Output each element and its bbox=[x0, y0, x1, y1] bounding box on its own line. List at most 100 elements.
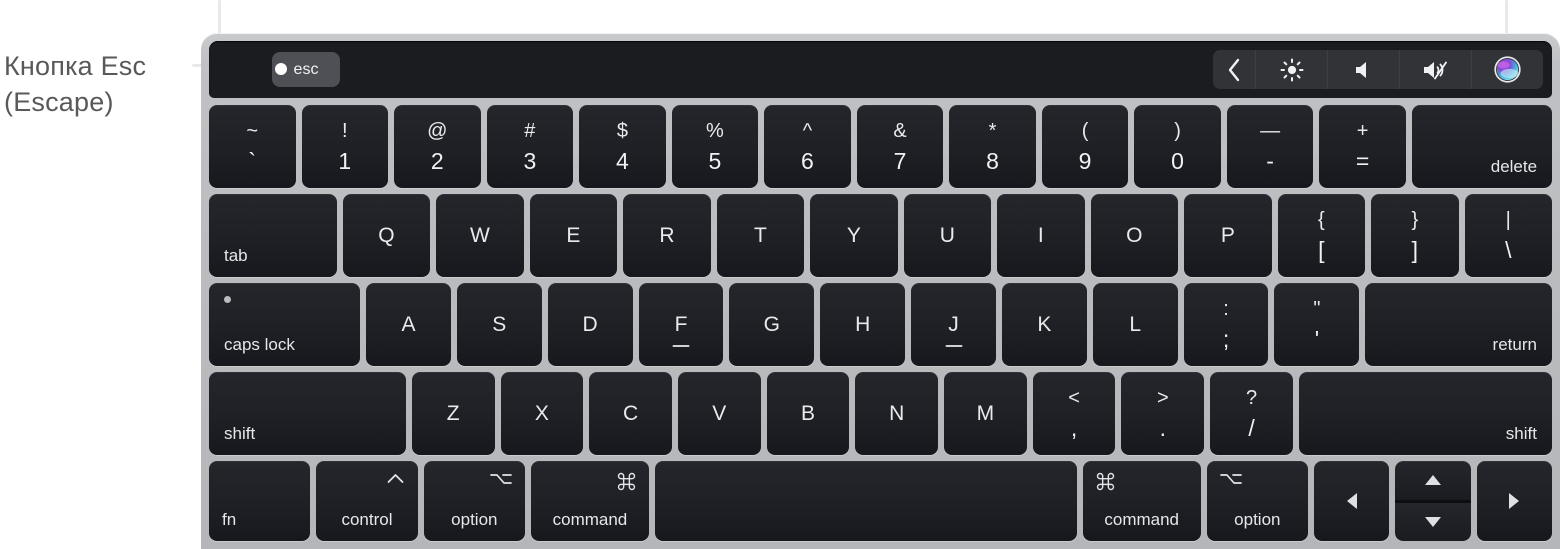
key-caps-lock[interactable]: caps lock bbox=[209, 283, 361, 366]
key-l[interactable]: L bbox=[1092, 283, 1178, 366]
key-backslash[interactable]: | \ bbox=[1464, 194, 1553, 277]
key-comma[interactable]: <, bbox=[1032, 372, 1116, 455]
key-arrow-up[interactable] bbox=[1395, 461, 1471, 500]
key-option-right[interactable]: option bbox=[1206, 461, 1308, 541]
key-w[interactable]: W bbox=[436, 194, 524, 277]
key-base-glyph: 1 bbox=[338, 147, 352, 174]
key-arrow-updown[interactable] bbox=[1395, 461, 1471, 541]
key-backtick[interactable]: ~ ` bbox=[209, 105, 296, 188]
key-2[interactable]: @2 bbox=[394, 105, 481, 188]
key-bracket-right[interactable]: }] bbox=[1371, 194, 1459, 277]
key-quote[interactable]: " ' bbox=[1274, 283, 1360, 366]
key-i[interactable]: I bbox=[997, 194, 1085, 277]
key-minus[interactable]: — - bbox=[1226, 105, 1314, 188]
key-label: control bbox=[341, 510, 393, 529]
key-6[interactable]: ^ 6 bbox=[764, 105, 851, 188]
key-shift-glyph: < bbox=[1068, 386, 1080, 409]
siri-icon[interactable] bbox=[1472, 50, 1543, 89]
key-h[interactable]: H bbox=[820, 283, 906, 366]
key-4[interactable]: $4 bbox=[579, 105, 666, 188]
key-delete[interactable]: delete bbox=[1411, 105, 1553, 188]
macbook-keyboard: esc ~ ` ! 1 @ 2 # 3 $ 4 % 5 ^ 6 & 7 * 8 … bbox=[201, 33, 1560, 549]
key-fn[interactable]: fn bbox=[209, 461, 311, 541]
key-m[interactable]: M bbox=[944, 372, 1027, 455]
key-q[interactable]: Q bbox=[342, 194, 431, 277]
key-shift-left[interactable]: shift bbox=[209, 372, 406, 455]
brightness-icon[interactable] bbox=[1256, 50, 1328, 89]
key-o[interactable]: O bbox=[1090, 194, 1179, 277]
key-command-left[interactable]: command bbox=[530, 461, 649, 541]
key-t[interactable]: T bbox=[716, 194, 805, 277]
key-arrow-right[interactable] bbox=[1476, 461, 1552, 541]
key-shift-glyph: ( bbox=[1081, 119, 1089, 142]
key-slash[interactable]: ? / bbox=[1210, 372, 1293, 455]
key-b[interactable]: B bbox=[766, 372, 850, 455]
key-command-right[interactable]: command bbox=[1082, 461, 1201, 541]
key-e[interactable]: E bbox=[529, 194, 618, 277]
key-s[interactable]: S bbox=[456, 283, 542, 366]
keyboard-row-modifiers: fn control option command command option bbox=[209, 461, 1552, 541]
key-u[interactable]: U bbox=[903, 194, 992, 277]
key-period[interactable]: >. bbox=[1121, 372, 1205, 455]
key-base-glyph: / bbox=[1248, 414, 1255, 441]
key-bracket-left[interactable]: {[ bbox=[1277, 194, 1366, 277]
key-label: caps lock bbox=[224, 335, 295, 354]
key-7[interactable]: & 7 bbox=[856, 105, 944, 188]
key-shift-glyph: ~ bbox=[246, 119, 259, 142]
key-v[interactable]: V bbox=[677, 372, 761, 455]
key-x[interactable]: X bbox=[500, 372, 584, 455]
key-y[interactable]: Y bbox=[810, 194, 898, 277]
key-f[interactable]: F bbox=[638, 283, 724, 366]
key-label: command bbox=[552, 510, 628, 529]
key-j[interactable]: J bbox=[911, 283, 996, 366]
key-z[interactable]: Z bbox=[411, 372, 495, 455]
key-label: C bbox=[623, 402, 639, 425]
key-k[interactable]: K bbox=[1001, 283, 1087, 366]
key-return[interactable]: return bbox=[1365, 283, 1552, 366]
key-label: N bbox=[889, 402, 905, 425]
key-base-glyph: \ bbox=[1505, 236, 1512, 263]
callout-dot bbox=[275, 63, 287, 75]
key-n[interactable]: N bbox=[855, 372, 939, 455]
keyboard-row-home: caps lock A S D F G H J K L :; " ' return bbox=[209, 283, 1552, 366]
key-space[interactable] bbox=[654, 461, 1077, 541]
key-d[interactable]: D bbox=[547, 283, 633, 366]
key-shift-right[interactable]: shift bbox=[1298, 372, 1552, 455]
key-shift-glyph: > bbox=[1156, 386, 1169, 409]
key-0[interactable]: ) 0 bbox=[1134, 105, 1221, 188]
key-base-glyph: 6 bbox=[801, 147, 814, 174]
key-base-glyph: [ bbox=[1318, 236, 1325, 263]
key-tab[interactable]: tab bbox=[209, 194, 337, 277]
key-3[interactable]: #3 bbox=[486, 105, 574, 188]
key-g[interactable]: G bbox=[729, 283, 815, 366]
key-label: delete bbox=[1490, 157, 1538, 176]
key-arrow-down[interactable] bbox=[1395, 502, 1471, 541]
chevron-left-icon[interactable] bbox=[1213, 50, 1256, 89]
key-base-glyph: 0 bbox=[1171, 147, 1184, 174]
mute-icon[interactable] bbox=[1400, 50, 1472, 89]
keyboard-row-numbers: ~ ` ! 1 @2 #3 $4 % 5 ^ 6 & 7 * 8 (9 ) 0 — - + = d… bbox=[209, 105, 1553, 188]
key-shift-glyph: # bbox=[524, 119, 536, 142]
key-p[interactable]: P bbox=[1184, 194, 1272, 277]
touch-bar[interactable]: esc bbox=[209, 41, 1552, 98]
key-control[interactable]: control bbox=[316, 461, 418, 541]
key-r[interactable]: R bbox=[623, 194, 711, 277]
key-9[interactable]: (9 bbox=[1041, 105, 1129, 188]
key-5[interactable]: % 5 bbox=[671, 105, 759, 188]
key-equals[interactable]: + = bbox=[1319, 105, 1406, 188]
key-base-glyph: = bbox=[1355, 147, 1370, 174]
key-arrow-left[interactable] bbox=[1313, 461, 1390, 541]
volume-icon[interactable] bbox=[1328, 50, 1400, 89]
key-semicolon[interactable]: :; bbox=[1183, 283, 1269, 366]
callout-label-line2: (Escape) bbox=[4, 87, 114, 117]
key-base-glyph: 2 bbox=[430, 147, 444, 174]
key-label: P bbox=[1220, 224, 1235, 247]
key-label: S bbox=[492, 313, 507, 336]
key-shift-glyph: ! bbox=[342, 119, 348, 142]
key-option-left[interactable]: option bbox=[423, 461, 525, 541]
key-c[interactable]: C bbox=[589, 372, 672, 455]
key-8[interactable]: * 8 bbox=[949, 105, 1036, 188]
key-label: D bbox=[582, 313, 598, 336]
key-1[interactable]: ! 1 bbox=[301, 105, 389, 188]
key-a[interactable]: A bbox=[366, 283, 451, 366]
